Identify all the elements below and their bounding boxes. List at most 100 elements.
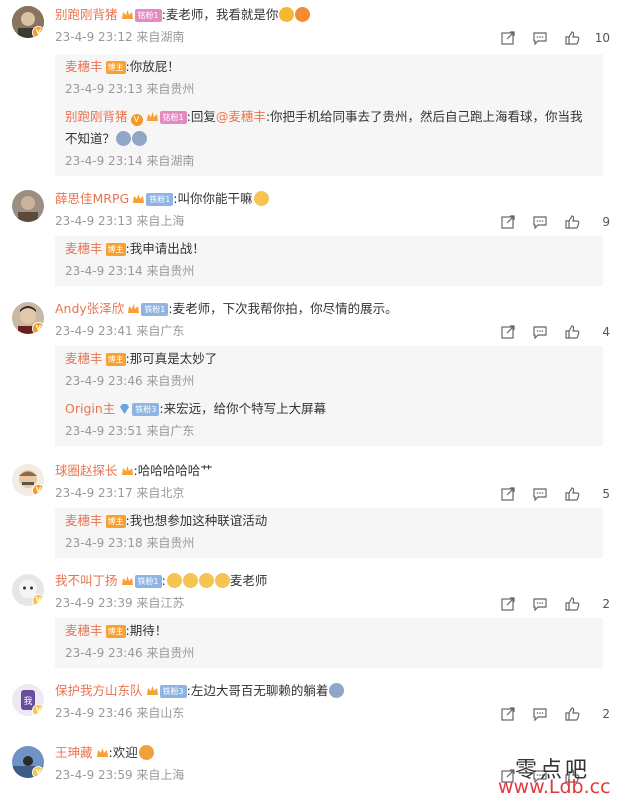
comment-meta: 23-4-9 23:12 来自湖南 [55, 30, 185, 44]
emoji-icon [253, 191, 269, 206]
comment-meta: 23-4-9 23:13 来自上海 [55, 214, 185, 228]
username[interactable]: 别跑刚背猪 [65, 109, 128, 124]
like-count: 5 [602, 487, 610, 501]
share-icon[interactable] [500, 30, 516, 46]
reply-prefix: :回复 [186, 109, 216, 124]
verified-icon: V [130, 114, 143, 126]
like-icon[interactable] [564, 324, 580, 340]
like-count: 9 [602, 215, 610, 229]
comment-icon[interactable] [532, 596, 548, 612]
fan-badge: 铁粉3 [159, 685, 187, 698]
avatar[interactable]: 我 V [12, 684, 44, 716]
fan-badge: 铭粉1 [159, 111, 187, 124]
like-icon[interactable] [564, 30, 580, 46]
reply-list: 麦穗丰 博主:期待！ 23-4-9 23:46 来自贵州 [55, 618, 603, 668]
username[interactable]: 王珅藏 [55, 745, 93, 760]
username[interactable]: 薛思佳MRPG [55, 191, 129, 206]
emoji-icon [198, 573, 214, 588]
like-icon[interactable] [564, 706, 580, 722]
like-count: 4 [602, 325, 610, 339]
crown-icon [128, 304, 140, 313]
crown-icon [121, 466, 133, 475]
username[interactable]: 我不叫丁扬 [55, 573, 118, 588]
comment-actions: 4 [500, 324, 610, 342]
comment-meta: 23-4-9 23:39 来自江苏 [55, 596, 185, 610]
author-badge: 博主 [105, 515, 126, 528]
emoji-icon [166, 573, 182, 588]
emoji-icon [132, 131, 148, 146]
username[interactable]: 保护我方山东队 [55, 683, 143, 698]
comment-actions: 10 [500, 30, 610, 48]
verified-badge-icon: V [32, 594, 44, 606]
share-icon[interactable] [500, 214, 516, 230]
like-count: 2 [602, 597, 610, 611]
share-icon[interactable] [500, 596, 516, 612]
avatar[interactable]: V [12, 302, 44, 334]
username[interactable]: 别跑刚背猪 [55, 7, 118, 22]
username[interactable]: Andy张泽欣 [55, 301, 124, 316]
share-icon[interactable] [500, 324, 516, 340]
comment-actions: 5 [500, 486, 610, 504]
like-count: 10 [594, 31, 610, 45]
crown-icon [133, 194, 145, 203]
fan-badge: 铁粉1 [146, 193, 174, 206]
avatar[interactable]: V [12, 464, 44, 496]
username[interactable]: 麦穗丰 [65, 513, 103, 528]
reply-list: 麦穗丰 博主:你放屁！ 23-4-9 23:13 来自贵州 别跑刚背猪 V 铭粉1:回… [55, 54, 603, 176]
comment-actions: 2 [500, 706, 610, 724]
emoji-icon [138, 745, 154, 760]
verified-badge-icon: V [32, 484, 44, 496]
username[interactable]: 麦穗丰 [65, 241, 103, 256]
username[interactable]: 麦穗丰 [65, 59, 103, 74]
like-icon[interactable] [564, 596, 580, 612]
username[interactable]: Origin主 [65, 401, 115, 416]
verified-badge-icon: V [32, 766, 44, 778]
comment-meta: 23-4-9 23:41 来自广东 [55, 324, 185, 338]
comment-meta: 23-4-9 23:17 来自北京 [55, 486, 185, 500]
comment-icon[interactable] [532, 486, 548, 502]
crown-icon [96, 748, 108, 757]
comment-text: :左边大哥百无聊赖的躺着 [186, 683, 329, 698]
avatar[interactable] [12, 190, 44, 222]
share-icon[interactable] [500, 706, 516, 722]
comment-icon[interactable] [532, 30, 548, 46]
avatar[interactable]: V [12, 574, 44, 606]
verified-badge-icon: V [32, 26, 44, 38]
crown-icon [121, 10, 133, 19]
comment-meta: 23-4-9 23:46 来自山东 [55, 706, 185, 720]
username[interactable]: 麦穗丰 [65, 623, 103, 638]
mention-link[interactable]: @麦穗丰 [216, 109, 266, 124]
comment-text: 麦老师 [229, 573, 268, 588]
comment-icon[interactable] [532, 324, 548, 340]
author-badge: 博主 [105, 61, 126, 74]
avatar-image [12, 190, 44, 222]
like-icon[interactable] [564, 214, 580, 230]
reply-meta: 23-4-9 23:51 来自广东 [65, 424, 195, 438]
fan-badge: 铭粉1 [134, 9, 162, 22]
svg-text:我: 我 [23, 696, 32, 707]
share-icon[interactable] [500, 486, 516, 502]
comment-text: :哈哈哈哈哈艹 [133, 463, 213, 478]
avatar[interactable]: V [12, 746, 44, 778]
reply-list: 麦穗丰 博主:我也想参加这种联谊活动 23-4-9 23:18 来自贵州 [55, 508, 603, 558]
username[interactable]: 球圈赵探长 [55, 463, 118, 478]
reply-meta: 23-4-9 23:14 来自贵州 [65, 264, 195, 278]
crown-icon [121, 576, 133, 585]
comment-meta: 23-4-9 23:59 来自上海 [55, 768, 185, 782]
emoji-icon [214, 573, 230, 588]
comment-icon[interactable] [532, 214, 548, 230]
reply-text: :期待！ [125, 623, 168, 638]
reply-text: :你放屁！ [125, 59, 180, 74]
verified-badge-icon: V [32, 322, 44, 334]
author-badge: 博主 [105, 243, 126, 256]
username[interactable]: 麦穗丰 [65, 351, 103, 366]
avatar[interactable]: V [12, 6, 44, 38]
fan-badge: 铁粉3 [132, 403, 160, 416]
emoji-icon [329, 683, 345, 698]
like-icon[interactable] [564, 486, 580, 502]
comment-text: :叫你你能干嘛 [173, 191, 253, 206]
author-badge: 博主 [105, 353, 126, 366]
comment-icon[interactable] [532, 706, 548, 722]
reply-text: :来宏远，给你个特写上大屏幕 [159, 401, 327, 416]
reply-text-continued: 不知道？ [65, 131, 116, 146]
